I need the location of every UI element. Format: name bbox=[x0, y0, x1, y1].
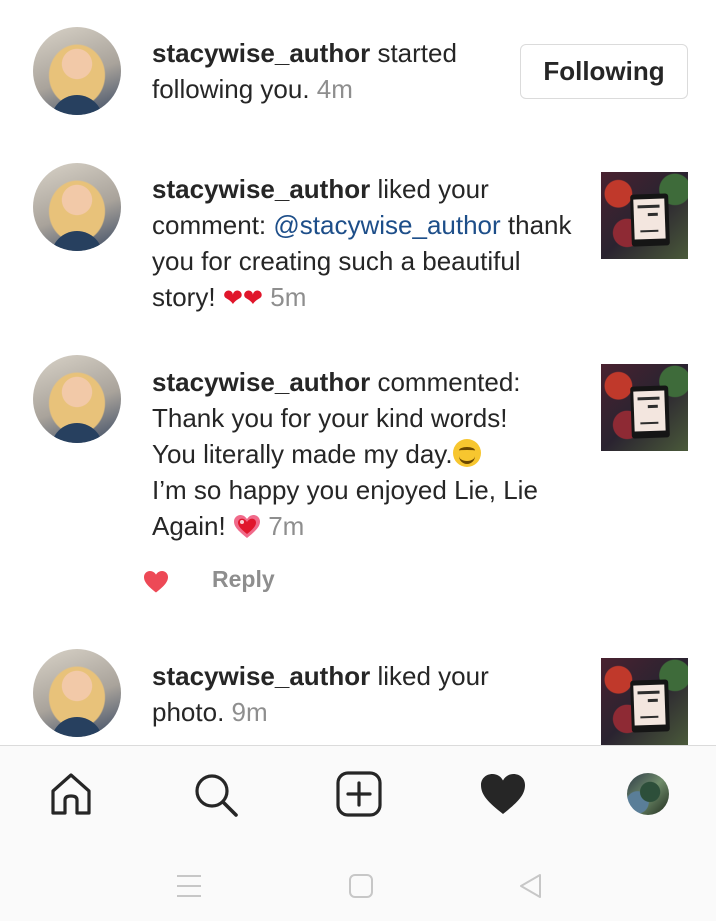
reply-button[interactable]: Reply bbox=[212, 566, 275, 593]
notification-text: stacywise_author liked your photo. 9m bbox=[152, 658, 532, 730]
phone-image bbox=[630, 385, 670, 439]
username[interactable]: stacywise_author bbox=[152, 174, 370, 204]
timestamp: 9m bbox=[231, 697, 268, 727]
avatar[interactable] bbox=[33, 649, 121, 737]
phone-image bbox=[630, 679, 670, 733]
sparkling-heart-icon bbox=[233, 515, 260, 538]
timestamp: 5m bbox=[270, 282, 307, 312]
notification-like-comment[interactable]: stacywise_author liked your comment: @st… bbox=[0, 140, 716, 340]
post-thumbnail[interactable] bbox=[601, 364, 688, 451]
username[interactable]: stacywise_author bbox=[152, 367, 370, 397]
profile-avatar[interactable] bbox=[627, 773, 669, 815]
notification-action: commented: bbox=[377, 367, 521, 397]
username[interactable]: stacywise_author bbox=[152, 38, 370, 68]
notification-like-photo[interactable]: stacywise_author liked your photo. 9m bbox=[0, 640, 716, 745]
comment-line-4: Again! bbox=[152, 511, 226, 541]
smiling-face-icon bbox=[452, 439, 481, 467]
new-post-icon[interactable] bbox=[335, 770, 383, 818]
phone-image bbox=[630, 193, 670, 247]
timestamp: 7m bbox=[268, 511, 305, 541]
notification-text: stacywise_author commented: Thank you fo… bbox=[152, 364, 582, 544]
notification-follow[interactable]: stacywise_author started following you. … bbox=[0, 0, 716, 140]
username[interactable]: stacywise_author bbox=[152, 661, 370, 691]
back-triangle-icon[interactable] bbox=[517, 872, 545, 900]
notification-text: stacywise_author started following you. … bbox=[152, 35, 492, 107]
activity-feed: stacywise_author started following you. … bbox=[0, 0, 716, 745]
book-cover-image bbox=[633, 390, 666, 432]
like-heart-icon[interactable] bbox=[143, 570, 169, 594]
notification-text: stacywise_author liked your comment: @st… bbox=[152, 171, 572, 316]
following-button[interactable]: Following bbox=[520, 44, 688, 99]
comment-line-1: Thank you for your kind words! bbox=[152, 403, 508, 433]
avatar[interactable] bbox=[33, 27, 121, 115]
notification-comment[interactable]: stacywise_author commented: Thank you fo… bbox=[0, 340, 716, 630]
home-square-icon[interactable] bbox=[347, 872, 375, 900]
comment-line-3: I’m so happy you enjoyed Lie, Lie bbox=[152, 475, 538, 505]
avatar[interactable] bbox=[33, 163, 121, 251]
menu-icon[interactable] bbox=[175, 872, 203, 900]
book-cover-image bbox=[633, 198, 666, 240]
avatar[interactable] bbox=[33, 355, 121, 443]
post-thumbnail[interactable] bbox=[601, 172, 688, 259]
timestamp: 4m bbox=[316, 74, 353, 104]
search-icon[interactable] bbox=[191, 770, 239, 818]
home-icon[interactable] bbox=[47, 770, 95, 818]
mention-link[interactable]: @stacywise_author bbox=[273, 210, 500, 240]
activity-heart-icon[interactable] bbox=[479, 770, 527, 818]
red-hearts-emoji: ❤❤ bbox=[222, 284, 264, 312]
book-cover-image bbox=[633, 684, 666, 726]
comment-line-2: You literally made my day. bbox=[152, 439, 453, 469]
post-thumbnail[interactable] bbox=[601, 658, 688, 745]
